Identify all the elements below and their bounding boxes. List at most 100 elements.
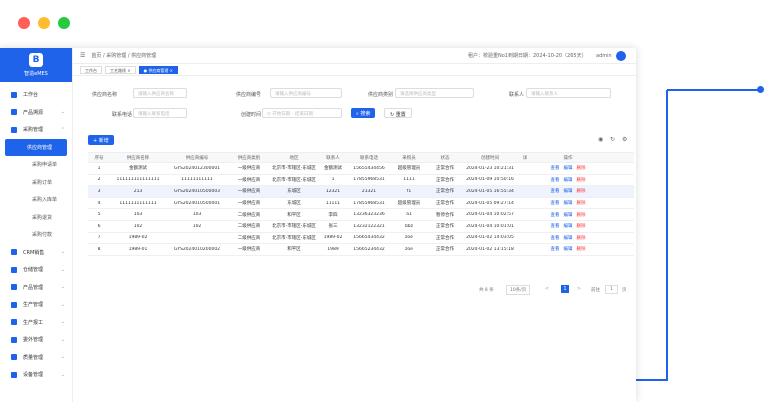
column-header[interactable]: 供应商名称	[110, 155, 166, 161]
window-close-dot[interactable]	[18, 17, 30, 29]
sidebar-item[interactable]: CRM销售 ⌄	[0, 244, 72, 262]
reset-button[interactable]: ↻ 重置	[384, 108, 412, 118]
table-cell: 2024-01-05 09:27:14	[466, 200, 514, 206]
edit-button[interactable]: 编辑	[564, 247, 573, 252]
edit-button[interactable]: 编辑	[564, 166, 573, 171]
sidebar-item[interactable]: 工作台	[0, 86, 72, 104]
refresh-icon[interactable]: ↻	[610, 136, 615, 143]
column-header[interactable]: 供应商类别	[228, 155, 270, 161]
view-button[interactable]: 查看	[551, 178, 560, 183]
delete-button[interactable]: 删除	[577, 166, 586, 171]
phone-input[interactable]: 请输入联系电话	[133, 108, 187, 118]
search-form: 供应商名称 请输入供应商名称 供应商编号 请输入供应商编号 供应商类别 请选择供…	[73, 88, 636, 124]
sidebar-item-label: 仓储管理	[23, 267, 44, 274]
table-row[interactable]: 2 111111111111111 11111111111 一级供应商 北京市-市辖区-…	[88, 175, 634, 187]
sidebar-item[interactable]: 采购管理 ⌃	[0, 121, 72, 139]
column-header[interactable]: 供应商编号	[166, 155, 228, 161]
delete-button[interactable]: 删除	[577, 201, 586, 206]
sidebar-item[interactable]: 采购申请单	[0, 156, 72, 174]
prev-page-button[interactable]: <	[543, 285, 551, 293]
sidebar-item[interactable]: 供应商管理	[5, 138, 67, 156]
table-row[interactable]: 4 1111111111111 GYS2024010500001 一级供应商 东城区 11…	[88, 198, 634, 210]
sidebar-item[interactable]: 产品管理 ⌄	[0, 279, 72, 297]
tab-workbench[interactable]: 工作台	[80, 65, 102, 74]
search-button[interactable]: ⌕ 搜索	[351, 108, 376, 118]
settings-icon[interactable]: ⚙	[622, 136, 627, 143]
avatar[interactable]	[616, 51, 626, 61]
supplier-name-input[interactable]: 请输入供应商名称	[133, 88, 187, 98]
page-1-button[interactable]: 1	[561, 285, 569, 293]
sidebar-item-label: 采购申请单	[32, 162, 58, 169]
page-size-select[interactable]: 10条/页	[506, 285, 531, 295]
sidebar-item[interactable]: 设备管理 ⌄	[0, 366, 72, 384]
window-minimize-dot[interactable]	[38, 17, 50, 29]
view-button[interactable]: 查看	[551, 189, 560, 194]
sidebar-item[interactable]: 产品溯源 ⌄	[0, 104, 72, 122]
supplier-type-select[interactable]: 请选择供应商类型	[395, 88, 474, 98]
column-header[interactable]: 序号	[88, 155, 110, 161]
sidebar-item[interactable]: 采购退货	[0, 209, 72, 227]
column-header[interactable]: 采购员	[390, 155, 428, 161]
column-header[interactable]: 联系电话	[348, 155, 390, 161]
table-row[interactable]: 3 213 GYS2024010500003 一级供应商 东城区 12321 21321 f1…	[88, 186, 634, 198]
tab-supplier-management[interactable]: ● 供应商管理 ×	[138, 65, 179, 74]
view-button[interactable]: 查看	[551, 213, 560, 218]
table-cell: 和平区	[287, 247, 301, 253]
view-button[interactable]: 查看	[551, 166, 560, 171]
column-header[interactable]: 详	[518, 155, 532, 161]
column-header[interactable]: 地区	[270, 155, 318, 161]
table-cell: 13236323236	[353, 212, 385, 218]
contact-input[interactable]: 请输入联系人	[526, 88, 611, 98]
view-button[interactable]: 查看	[551, 247, 560, 252]
collapse-icon[interactable]: ☰	[80, 52, 85, 59]
window-zoom-dot[interactable]	[58, 17, 70, 29]
edit-button[interactable]: 编辑	[564, 236, 573, 241]
column-header[interactable]: 联系人	[318, 155, 348, 161]
date-range-picker[interactable]: ◷ 开始日期 - 结束日期	[262, 108, 342, 118]
view-button[interactable]: 查看	[551, 201, 560, 206]
add-button[interactable]: + 新增	[88, 135, 114, 145]
table-cell: 8	[97, 246, 101, 252]
delete-button[interactable]: 删除	[577, 236, 586, 241]
edit-button[interactable]: 编辑	[564, 224, 573, 229]
delete-button[interactable]: 删除	[577, 224, 586, 229]
supplier-code-input[interactable]: 请输入供应商编号	[270, 88, 342, 98]
sidebar-item[interactable]: 生产管理 ⌄	[0, 296, 72, 314]
table-header: 序号 供应商名称 供应商编号 供应商类别 地区 联系人 联系电话 采购员 状态 创建时间详操作	[88, 153, 634, 163]
edit-button[interactable]: 编辑	[564, 189, 573, 194]
total-count: 共 8 条	[479, 288, 494, 293]
sidebar-item[interactable]: 仓储管理 ⌄	[0, 261, 72, 279]
table-row[interactable]: 5 103 103 二级供应商 和平区 李四 13236323236 a1 暂停合作 2024-0…	[88, 209, 634, 221]
delete-button[interactable]: 删除	[577, 178, 586, 183]
table-row[interactable]: 8 1989-01 GYS2024010200002 一级供应商 和平区 1989 1566…	[88, 244, 634, 256]
delete-button[interactable]: 删除	[577, 189, 586, 194]
table-row[interactable]: 7 1989-02 二级供应商 北京市-市辖区-东城区 1989-02 156654344…	[88, 233, 634, 245]
table-row[interactable]: 1 金额测试 GYS2024012300001 一级供应商 北京市-市辖区-东城区 金额测…	[88, 163, 634, 175]
sidebar-item[interactable]: 采购付款	[0, 226, 72, 244]
view-button[interactable]: 查看	[551, 236, 560, 241]
table-cell: a1	[406, 212, 412, 218]
table-cell: 正常合作	[436, 177, 454, 183]
sidebar-item[interactable]: 采购订单	[0, 174, 72, 192]
table-cell: 一级供应商	[237, 247, 261, 253]
edit-button[interactable]: 编辑	[564, 178, 573, 183]
sidebar-item[interactable]: 生产报工 ⌄	[0, 314, 72, 332]
edit-button[interactable]: 编辑	[564, 201, 573, 206]
eye-icon[interactable]: ◉	[598, 136, 603, 143]
view-button[interactable]: 查看	[551, 224, 560, 229]
column-header[interactable]: 操作	[532, 155, 604, 161]
tab-process-route[interactable]: 工艺路线 ×	[105, 65, 136, 74]
edit-button[interactable]: 编辑	[564, 213, 573, 218]
sidebar-item[interactable]: 采购入库单	[0, 191, 72, 209]
column-header[interactable]: 创建时间	[462, 155, 518, 161]
sidebar-item[interactable]: 质量管理 ⌄	[0, 349, 72, 367]
delete-button[interactable]: 删除	[577, 247, 586, 252]
goto-page-input[interactable]: 1	[605, 285, 618, 294]
delete-button[interactable]: 删除	[577, 213, 586, 218]
column-header[interactable]: 状态	[428, 155, 462, 161]
user-name[interactable]: admin	[596, 53, 612, 59]
goto-label: 前往	[591, 288, 600, 293]
table-row[interactable]: 6 102 102 二级供应商 北京市-市辖区-东城区 张三 13232122321 bbz 正…	[88, 221, 634, 233]
sidebar-item[interactable]: 委外管理 ⌄	[0, 331, 72, 349]
next-page-button[interactable]: >	[575, 285, 583, 293]
